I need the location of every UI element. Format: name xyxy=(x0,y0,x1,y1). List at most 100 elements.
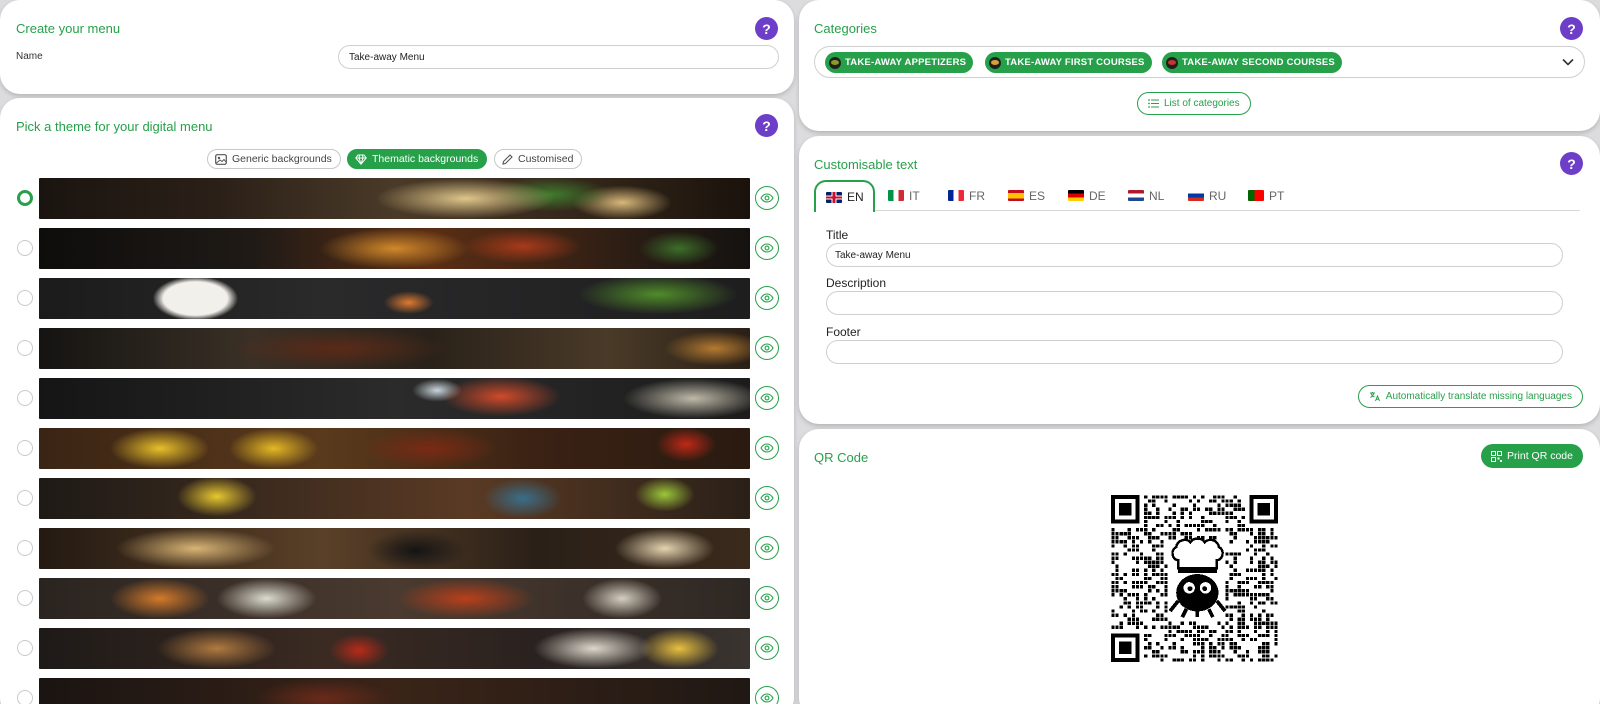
description-input[interactable] xyxy=(826,291,1563,315)
theme-radio[interactable] xyxy=(17,190,33,206)
help-icon[interactable]: ? xyxy=(1560,17,1583,40)
preview-eye-icon[interactable] xyxy=(755,686,779,704)
pencil-icon xyxy=(502,153,513,165)
tab-label: Customised xyxy=(518,153,574,165)
preview-eye-icon[interactable] xyxy=(755,236,779,260)
theme-background-image[interactable] xyxy=(39,278,750,319)
theme-radio[interactable] xyxy=(17,690,33,704)
theme-radio[interactable] xyxy=(17,290,33,306)
preview-eye-icon[interactable] xyxy=(755,536,779,560)
language-code: EN xyxy=(847,190,864,204)
chip-label: TAKE-AWAY SECOND COURSES xyxy=(1182,57,1335,68)
category-chip[interactable]: TAKE-AWAY APPETIZERS xyxy=(825,52,974,73)
language-code: RU xyxy=(1209,188,1227,203)
russia-flag-icon xyxy=(1188,190,1204,201)
theme-background-image[interactable] xyxy=(39,528,750,569)
footer-input[interactable] xyxy=(826,340,1563,364)
translate-icon xyxy=(1369,392,1380,402)
theme-radio[interactable] xyxy=(17,240,33,256)
france-flag-icon xyxy=(948,190,964,201)
help-icon[interactable]: ? xyxy=(1560,152,1583,175)
create-menu-title: Create your menu xyxy=(16,21,121,36)
meat-icon xyxy=(1166,56,1178,69)
theme-radio[interactable] xyxy=(17,590,33,606)
uk-flag-icon xyxy=(826,191,842,203)
description-label: Description xyxy=(826,276,887,290)
print-qr-code-button[interactable]: Print QR code xyxy=(1481,444,1583,468)
theme-row xyxy=(0,428,794,469)
tab-language-en[interactable]: EN xyxy=(814,180,875,212)
theme-row xyxy=(0,378,794,419)
theme-row xyxy=(0,278,794,319)
tab-language-de[interactable]: DE xyxy=(1056,180,1116,211)
tab-language-nl[interactable]: NL xyxy=(1116,180,1176,211)
tab-label: Thematic backgrounds xyxy=(372,153,479,165)
footer-label: Footer xyxy=(826,325,861,339)
theme-background-image[interactable] xyxy=(39,678,750,704)
categories-card: Categories ? TAKE-AWAY APPETIZERS TAKE-A… xyxy=(799,0,1600,131)
categories-title: Categories xyxy=(814,21,877,36)
tab-customised[interactable]: Customised xyxy=(494,149,583,169)
help-icon[interactable]: ? xyxy=(755,17,778,40)
theme-title: Pick a theme for your digital menu xyxy=(16,119,213,134)
title-input[interactable] xyxy=(826,243,1563,267)
theme-card: Pick a theme for your digital menu ? Gen… xyxy=(0,98,794,704)
chevron-down-icon[interactable] xyxy=(1561,56,1575,68)
translate-missing-languages-button[interactable]: Automatically translate missing language… xyxy=(1357,385,1583,408)
preview-eye-icon[interactable] xyxy=(755,336,779,360)
title-label: Title xyxy=(826,228,849,242)
help-icon[interactable]: ? xyxy=(755,114,778,137)
preview-eye-icon[interactable] xyxy=(755,436,779,460)
language-code: IT xyxy=(909,188,920,203)
theme-row xyxy=(0,328,794,369)
theme-background-image[interactable] xyxy=(39,578,750,619)
theme-radio[interactable] xyxy=(17,540,33,556)
category-chip[interactable]: TAKE-AWAY FIRST COURSES xyxy=(985,52,1152,73)
theme-radio[interactable] xyxy=(17,390,33,406)
tab-language-fr[interactable]: FR xyxy=(936,180,996,211)
theme-row xyxy=(0,228,794,269)
preview-eye-icon[interactable] xyxy=(755,186,779,210)
language-code: PT xyxy=(1269,188,1285,203)
theme-background-image[interactable] xyxy=(39,628,750,669)
gem-icon xyxy=(355,154,367,165)
tab-language-it[interactable]: IT xyxy=(876,180,936,211)
create-menu-card: Create your menu ? Name xyxy=(0,0,794,94)
preview-eye-icon[interactable] xyxy=(755,586,779,610)
print-qr-label: Print QR code xyxy=(1507,450,1573,462)
tab-language-es[interactable]: ES xyxy=(996,180,1056,211)
tab-generic-backgrounds[interactable]: Generic backgrounds xyxy=(207,149,341,169)
qr-code-card: QR Code Print QR code xyxy=(799,429,1600,704)
theme-radio[interactable] xyxy=(17,340,33,356)
translate-label: Automatically translate missing language… xyxy=(1385,391,1572,402)
category-chip[interactable]: TAKE-AWAY SECOND COURSES xyxy=(1162,52,1342,73)
customisable-text-title: Customisable text xyxy=(814,157,918,172)
preview-eye-icon[interactable] xyxy=(755,486,779,510)
preview-eye-icon[interactable] xyxy=(755,386,779,410)
menu-name-input[interactable] xyxy=(338,45,779,69)
qr-icon xyxy=(1491,450,1503,462)
theme-background-image[interactable] xyxy=(39,328,750,369)
theme-radio[interactable] xyxy=(17,640,33,656)
language-code: ES xyxy=(1029,188,1046,203)
preview-eye-icon[interactable] xyxy=(755,286,779,310)
theme-radio[interactable] xyxy=(17,440,33,456)
list-of-categories-button[interactable]: List of categories xyxy=(1137,92,1251,115)
preview-eye-icon[interactable] xyxy=(755,636,779,660)
chip-label: TAKE-AWAY APPETIZERS xyxy=(845,57,967,68)
theme-row xyxy=(0,178,794,219)
theme-row xyxy=(0,528,794,569)
theme-radio[interactable] xyxy=(17,490,33,506)
tab-thematic-backgrounds[interactable]: Thematic backgrounds xyxy=(347,149,488,169)
theme-background-image[interactable] xyxy=(39,178,750,219)
theme-background-image[interactable] xyxy=(39,478,750,519)
germany-flag-icon xyxy=(1068,190,1084,201)
qr-code-image xyxy=(1111,495,1278,662)
tab-language-pt[interactable]: PT xyxy=(1236,180,1296,211)
theme-background-image[interactable] xyxy=(39,378,750,419)
language-tabs: EN IT FR ES DE NL RU PT xyxy=(814,180,1580,212)
theme-background-image[interactable] xyxy=(39,428,750,469)
tab-language-ru[interactable]: RU xyxy=(1176,180,1236,211)
theme-background-image[interactable] xyxy=(39,228,750,269)
categories-select[interactable]: TAKE-AWAY APPETIZERS TAKE-AWAY FIRST COU… xyxy=(814,46,1585,78)
